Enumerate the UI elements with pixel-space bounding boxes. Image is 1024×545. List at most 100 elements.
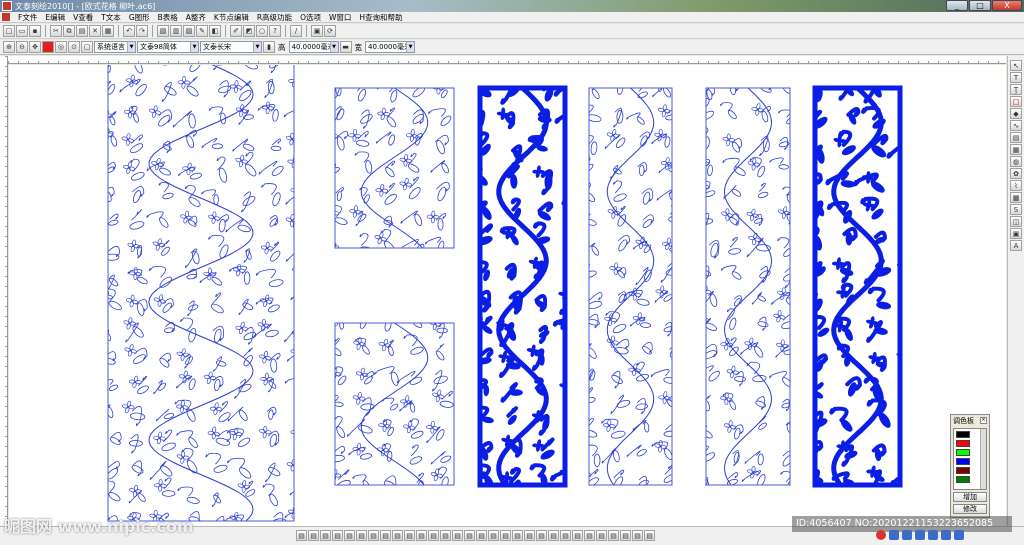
color-swatch[interactable] [956,449,970,456]
vertical-ruler[interactable] [0,56,8,526]
output-icon[interactable]: ▨ [183,25,195,37]
align-tool-icon[interactable]: ▤ [296,530,307,541]
lattice-panel[interactable] [325,75,476,283]
new-file-icon[interactable]: □ [3,25,15,37]
pan-icon[interactable]: ✥ [29,41,41,53]
delete-icon[interactable]: ✕ [89,25,101,37]
align-tool-icon[interactable]: ▤ [644,530,655,541]
menu-text[interactable]: T文本 [97,12,125,23]
align-tool-icon[interactable]: ▤ [488,530,499,541]
chinese-font-select[interactable]: 文泰98简体 ▼ [137,41,199,53]
align-tool-icon[interactable]: ▤ [524,530,535,541]
color-swatch[interactable] [956,440,970,447]
text-tool-icon[interactable]: T [1010,72,1022,83]
height-input[interactable]: 40.0000毫米 ▼ [288,41,339,53]
align-tool-icon[interactable]: ▤ [536,530,547,541]
menu-node-edit[interactable]: K节点编辑 [210,12,253,23]
menu-options[interactable]: O选项 [296,12,325,23]
dropper-icon[interactable]: ⌇ [1010,180,1022,191]
english-font-select[interactable]: 文泰长宋 ▼ [200,41,262,53]
cut-icon[interactable]: ✂ [50,25,62,37]
add-color-button[interactable]: 增加 [953,492,987,502]
color-icon[interactable]: ◍ [1010,156,1022,167]
stop-icon[interactable] [42,41,54,53]
menu-align[interactable]: A整齐 [182,12,210,23]
language-select[interactable]: 系统语言 ▼ [94,41,136,53]
align-tool-icon[interactable]: ▤ [500,530,511,541]
line-icon[interactable]: / [290,25,302,37]
align-tool-icon[interactable]: ▤ [344,530,355,541]
plot-icon[interactable]: ▥ [170,25,182,37]
chinese-mode-icon[interactable] [889,530,899,540]
align-tool-icon[interactable]: ▤ [368,530,379,541]
zoom-all-icon[interactable]: ⊙ [68,41,80,53]
effect-icon[interactable]: ▩ [1010,192,1022,203]
light-icon[interactable]: ○ [256,25,268,37]
shirt-icon[interactable] [941,530,951,540]
align-tool-icon[interactable]: ▤ [632,530,643,541]
align-tool-icon[interactable]: ▤ [416,530,427,541]
print-icon[interactable]: ▦ [102,25,114,37]
align-tool-icon[interactable]: ▤ [320,530,331,541]
drawing-canvas[interactable] [9,65,1006,526]
redo-icon[interactable]: ↷ [136,25,148,37]
maximize-button[interactable]: □ [969,0,991,11]
lattice-panel[interactable] [794,76,922,521]
align-tool-icon[interactable]: ▤ [584,530,595,541]
lattice-panel[interactable] [323,310,477,516]
menu-file[interactable]: F文件 [14,12,41,23]
align-tool-icon[interactable]: ▤ [452,530,463,541]
vertical-text-icon[interactable]: Ţ [1010,84,1022,95]
menu-edit[interactable]: E编辑 [41,12,69,23]
undo-icon[interactable]: ↶ [123,25,135,37]
char-icon[interactable]: A [1010,240,1022,251]
align-tool-icon[interactable]: ▤ [620,530,631,541]
align-tool-icon[interactable]: ▤ [548,530,559,541]
width-input[interactable]: 40.0000毫米 ▼ [365,41,415,53]
image-icon[interactable]: ▣ [1010,228,1022,239]
scan-icon[interactable]: ▧ [157,25,169,37]
symbol-icon[interactable]: S [1010,204,1022,215]
align-tool-icon[interactable]: ▤ [404,530,415,541]
hint-icon[interactable]: ? [269,25,281,37]
sogou-input-icon[interactable] [876,530,886,540]
cutter-icon[interactable]: ✎ [196,25,208,37]
palette-scrollbar[interactable] [980,429,986,489]
align-tool-icon[interactable]: ▤ [464,530,475,541]
align-tool-icon[interactable]: ▤ [380,530,391,541]
document-icon[interactable] [2,13,10,21]
menu-view[interactable]: V查看 [69,12,97,23]
grid-icon[interactable] [954,530,964,540]
align-tool-icon[interactable]: ▤ [428,530,439,541]
menu-help[interactable]: H查询和帮助 [355,12,406,23]
align-tool-icon[interactable]: ▤ [572,530,583,541]
minimize-button[interactable]: _ [946,0,968,11]
frame-icon[interactable]: ▣ [311,25,323,37]
paste-icon[interactable]: ▤ [76,25,88,37]
align-tool-icon[interactable]: ▤ [512,530,523,541]
align-tool-icon[interactable]: ▤ [332,530,343,541]
copy-icon[interactable]: ⧉ [63,25,75,37]
layer-icon[interactable]: ▤ [1010,132,1022,143]
align-tool-icon[interactable]: ▤ [608,530,619,541]
pointer-icon[interactable]: ↖ [1010,60,1022,71]
zoom-window-icon[interactable]: ◎ [55,41,67,53]
color-swatch[interactable] [956,431,970,438]
zoom-page-icon[interactable]: ▢ [81,41,93,53]
rectangle-icon[interactable]: □ [1010,96,1022,107]
close-button[interactable]: X [992,0,1022,11]
color-swatch[interactable] [956,458,970,465]
paint-icon[interactable]: ✿ [1010,168,1022,179]
menu-window[interactable]: W窗口 [325,12,355,23]
edit-color-button[interactable]: 修改 [953,504,987,514]
preview-icon[interactable]: ◧ [209,25,221,37]
zoom-in-icon[interactable]: ⊕ [3,41,15,53]
menu-table[interactable]: B表格 [154,12,182,23]
menu-advanced[interactable]: R高级功能 [253,12,296,23]
horizontal-ruler[interactable] [8,56,1006,64]
rotate-icon[interactable]: ⟳ [324,25,336,37]
lattice-panel[interactable] [571,78,707,517]
shadow-icon[interactable]: ◫ [1010,216,1022,227]
lattice-panel[interactable] [690,75,825,518]
keyboard-icon[interactable] [928,530,938,540]
